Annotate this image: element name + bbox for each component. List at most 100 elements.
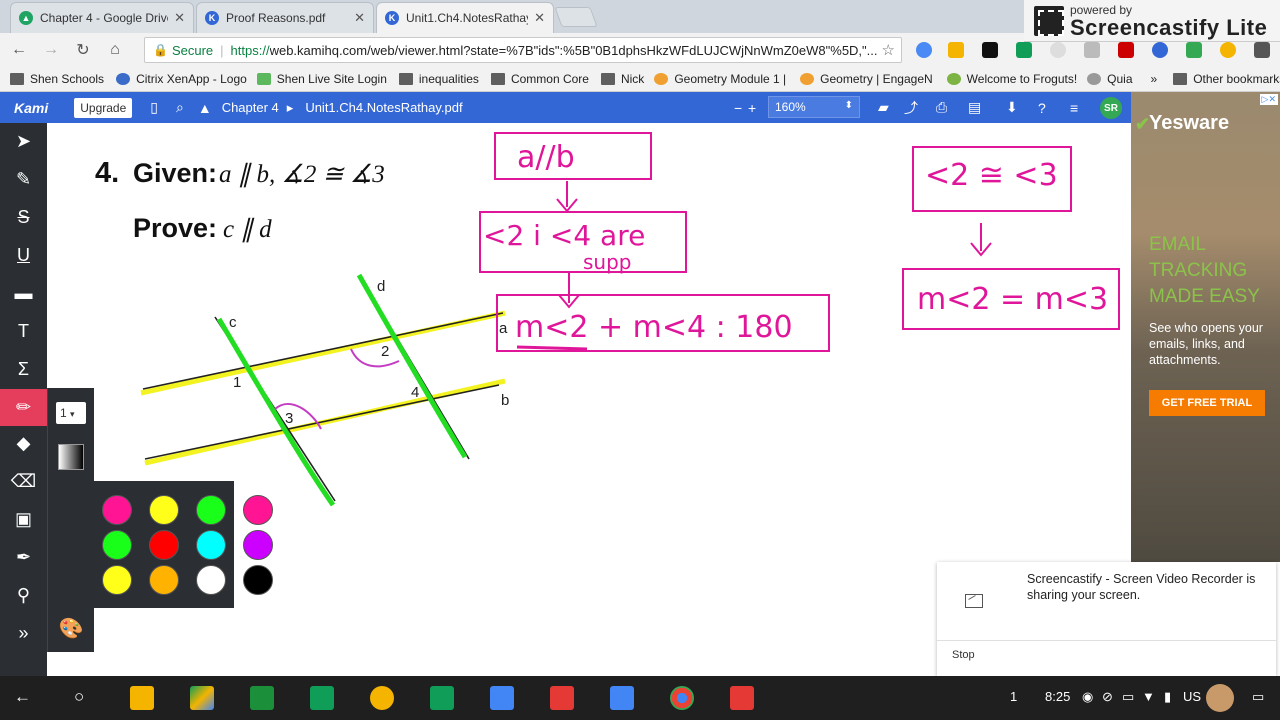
equation-tool[interactable]: Σ bbox=[0, 351, 47, 388]
google-drive-extension-icon[interactable] bbox=[948, 42, 964, 58]
home-icon[interactable]: ⌂ bbox=[102, 37, 128, 63]
help-icon[interactable]: ? bbox=[1038, 100, 1046, 116]
palette-icon[interactable]: 🎨 bbox=[58, 616, 84, 642]
zoom-in-icon[interactable]: + bbox=[748, 100, 756, 116]
color-swatch[interactable] bbox=[102, 495, 132, 525]
google-sheets-icon[interactable] bbox=[310, 686, 334, 710]
breadcrumb-folder[interactable]: Chapter 4 bbox=[222, 100, 279, 115]
bookmark-quia[interactable]: Quia bbox=[1087, 72, 1133, 86]
tab-proof-reasons[interactable]: K Proof Reasons.pdf ✕ bbox=[196, 2, 374, 33]
stamp-tool[interactable]: ⚲ bbox=[0, 577, 47, 614]
back-icon[interactable]: ← bbox=[14, 687, 31, 707]
other-bookmarks[interactable]: Other bookmarks bbox=[1173, 72, 1280, 86]
extension-icon[interactable] bbox=[1118, 42, 1134, 58]
reload-icon[interactable]: ↻ bbox=[70, 37, 96, 63]
zoom-select[interactable]: 160% ⬍ bbox=[768, 96, 860, 118]
comment-tool[interactable]: ▬ bbox=[0, 275, 47, 312]
save-icon[interactable]: ▤ bbox=[968, 99, 981, 116]
workspace-indicator[interactable]: 1 bbox=[1010, 689, 1017, 704]
youtube-icon[interactable] bbox=[730, 686, 754, 710]
signature-tool[interactable]: ✒ bbox=[0, 539, 47, 576]
text-tool[interactable]: T bbox=[0, 313, 47, 350]
avatar[interactable] bbox=[1206, 684, 1234, 712]
advertisement[interactable]: ▷✕ ✔ Yesware EMAIL TRACKING MADE EASY Se… bbox=[1131, 92, 1280, 562]
forward-icon[interactable]: → bbox=[38, 37, 64, 63]
color-swatch[interactable] bbox=[102, 565, 132, 595]
gmail-icon[interactable] bbox=[550, 686, 574, 710]
bookmark-star-icon[interactable]: ☆ bbox=[881, 41, 895, 59]
menu-icon[interactable]: ≡ bbox=[1070, 100, 1078, 116]
bookmark-froguts[interactable]: Welcome to Froguts! bbox=[946, 72, 1077, 86]
extension-icon[interactable] bbox=[1084, 42, 1100, 58]
image-tool[interactable]: ▣ bbox=[0, 501, 47, 538]
bookmark-nick[interactable]: Nick bbox=[600, 72, 644, 86]
new-tab-button[interactable] bbox=[554, 7, 598, 27]
strikethrough-tool[interactable]: S bbox=[0, 199, 47, 236]
sheets-extension-icon[interactable] bbox=[1016, 42, 1032, 58]
extension-icon[interactable] bbox=[1050, 42, 1066, 58]
google-keep-icon[interactable] bbox=[130, 686, 154, 710]
get-free-trial-button[interactable]: GET FREE TRIAL bbox=[1149, 390, 1265, 416]
kami-extension-icon[interactable] bbox=[1152, 42, 1168, 58]
share-icon[interactable]: ⤴ bbox=[904, 98, 918, 118]
classroom-icon[interactable] bbox=[250, 686, 274, 710]
google-docs-icon[interactable] bbox=[610, 686, 634, 710]
color-swatch[interactable] bbox=[196, 565, 226, 595]
sidebar-toggle-icon[interactable]: ▯ bbox=[150, 99, 158, 116]
open-folder-icon[interactable]: ▰ bbox=[878, 99, 889, 116]
color-swatch[interactable] bbox=[196, 530, 226, 560]
bookmark-geometry-engageny[interactable]: Geometry | EngageN bbox=[800, 72, 933, 86]
google-drive-icon[interactable] bbox=[190, 686, 214, 710]
overview-icon[interactable]: ▭ bbox=[1252, 689, 1264, 705]
color-swatch[interactable] bbox=[196, 495, 226, 525]
avatar[interactable]: SR bbox=[1100, 97, 1122, 119]
locale[interactable]: US bbox=[1183, 689, 1201, 704]
opacity-swatch[interactable] bbox=[58, 444, 84, 470]
menu-icon[interactable] bbox=[1254, 42, 1270, 58]
clock[interactable]: 8:25 bbox=[1045, 689, 1070, 704]
tab-google-drive[interactable]: ▲ Chapter 4 - Google Drive ✕ bbox=[10, 2, 194, 33]
bookmark-geometry-module[interactable]: Geometry Module 1 | bbox=[654, 72, 786, 86]
extension-icon[interactable] bbox=[1220, 42, 1236, 58]
extension-icon[interactable] bbox=[916, 42, 932, 58]
eraser-tool[interactable]: ⌫ bbox=[0, 463, 47, 500]
bookmarks-overflow-button[interactable]: » bbox=[1151, 72, 1158, 86]
bookmark-common-core[interactable]: Common Core bbox=[490, 72, 589, 86]
bookmark-shen-schools[interactable]: Shen Schools bbox=[10, 72, 104, 86]
draw-tool[interactable]: ✏ bbox=[0, 389, 47, 426]
color-swatch[interactable] bbox=[243, 530, 273, 560]
download-icon[interactable]: ⬇ bbox=[1006, 99, 1018, 116]
highlight-tool[interactable]: ✎ bbox=[0, 161, 47, 198]
color-swatch[interactable] bbox=[243, 565, 273, 595]
shapes-tool[interactable]: ◆ bbox=[0, 425, 47, 462]
extension-icon[interactable] bbox=[1186, 42, 1202, 58]
tab-unit1-notes[interactable]: K Unit1.Ch4.NotesRathay ✕ bbox=[376, 2, 554, 33]
stop-sharing-button[interactable]: Stop bbox=[952, 649, 975, 661]
google-classroom-icon[interactable] bbox=[430, 686, 454, 710]
print-icon[interactable]: ⎙ bbox=[936, 99, 947, 116]
select-tool[interactable]: ➤ bbox=[0, 123, 47, 160]
amazon-extension-icon[interactable] bbox=[982, 42, 998, 58]
launcher-icon[interactable]: ○ bbox=[74, 687, 84, 707]
color-swatch[interactable] bbox=[149, 495, 179, 525]
close-icon[interactable]: ✕ bbox=[174, 10, 185, 26]
back-icon[interactable]: ← bbox=[6, 37, 32, 63]
bookmark-shen-live[interactable]: Shen Live Site Login bbox=[256, 72, 387, 86]
keep-bulb-icon[interactable] bbox=[370, 686, 394, 710]
color-swatch[interactable] bbox=[102, 530, 132, 560]
stroke-size-select[interactable]: 1 ▾ bbox=[56, 402, 86, 424]
close-icon[interactable]: ✕ bbox=[534, 10, 545, 26]
color-swatch[interactable] bbox=[149, 530, 179, 560]
upgrade-button[interactable]: Upgrade bbox=[74, 97, 133, 118]
underline-tool[interactable]: U bbox=[0, 237, 47, 274]
ad-choices-icon[interactable]: ▷✕ bbox=[1259, 94, 1278, 105]
address-bar[interactable]: 🔒 Secure | https:// web.kamihq.com/web/v… bbox=[144, 37, 902, 63]
bookmark-citrix[interactable]: Citrix XenApp - Logo bbox=[116, 72, 247, 86]
google-calendar-icon[interactable] bbox=[490, 686, 514, 710]
zoom-out-icon[interactable]: − bbox=[734, 100, 742, 116]
close-icon[interactable]: ✕ bbox=[354, 10, 365, 26]
color-swatch[interactable] bbox=[243, 495, 273, 525]
chrome-icon[interactable] bbox=[670, 686, 694, 710]
expand-tool[interactable]: » bbox=[0, 615, 47, 652]
search-icon[interactable]: ⌕ bbox=[176, 99, 184, 116]
